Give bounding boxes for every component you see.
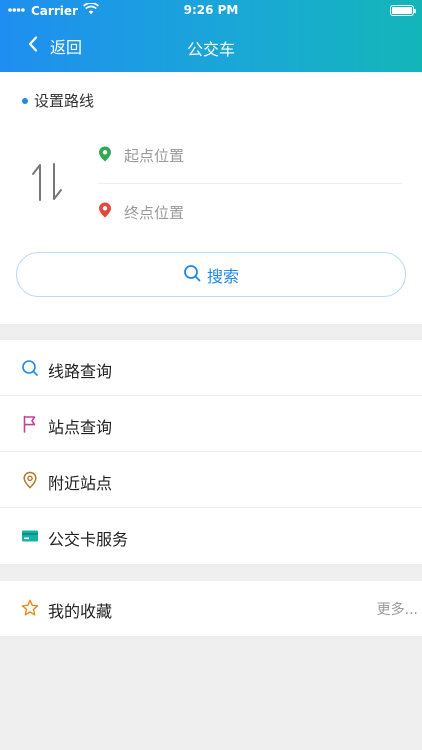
start-location-field[interactable]: 起点位置 <box>98 128 402 184</box>
location-pin-icon <box>21 471 39 489</box>
menu-item-nearby-stations[interactable]: 附近站点 <box>0 452 422 508</box>
search-button[interactable]: 搜索 <box>16 252 406 297</box>
route-section-title: 设置路线 <box>34 92 95 110</box>
swap-direction-button[interactable] <box>29 160 65 204</box>
service-menu: 线路查询 站点查询 附近站点 公交卡服务 <box>0 340 422 564</box>
status-bar-time: 9:26 PM <box>183 3 239 17</box>
page-title: 公交车 <box>186 40 235 59</box>
route-card: 设置路线 起点位置 终点位置 搜索 <box>0 72 422 324</box>
menu-item-label: 站点查询 <box>48 418 113 437</box>
end-location-placeholder: 终点位置 <box>124 203 185 222</box>
status-bar: Carrier 9:26 PM <box>0 0 422 22</box>
flag-icon <box>21 415 39 433</box>
favorites-row[interactable]: 我的收藏 更多... <box>0 581 422 636</box>
end-location-field[interactable]: 终点位置 <box>98 184 402 240</box>
favorites-label: 我的收藏 <box>48 602 113 621</box>
menu-item-label: 公交卡服务 <box>48 530 129 549</box>
menu-item-label: 附近站点 <box>48 474 113 493</box>
end-pin-icon <box>98 202 112 222</box>
route-section-header: 设置路线 <box>22 90 94 111</box>
menu-item-station-query[interactable]: 站点查询 <box>0 396 422 452</box>
nav-bar: 返回 公交车 <box>0 22 422 70</box>
swap-arrows-icon <box>32 163 62 201</box>
battery-icon <box>390 5 416 16</box>
bullet-dot-icon <box>22 97 28 104</box>
menu-item-line-query[interactable]: 线路查询 <box>0 340 422 396</box>
start-pin-icon <box>98 146 112 166</box>
menu-item-bus-card-service[interactable]: 公交卡服务 <box>0 508 422 564</box>
card-icon <box>21 527 39 545</box>
search-button-label: 搜索 <box>206 266 239 286</box>
menu-item-label: 线路查询 <box>48 362 113 381</box>
search-icon <box>21 359 39 377</box>
header: Carrier 9:26 PM 返回 公交车 <box>0 0 422 72</box>
more-link[interactable]: 更多... <box>377 599 418 619</box>
star-icon <box>21 599 39 617</box>
start-location-placeholder: 起点位置 <box>124 147 185 165</box>
search-icon <box>183 264 201 286</box>
